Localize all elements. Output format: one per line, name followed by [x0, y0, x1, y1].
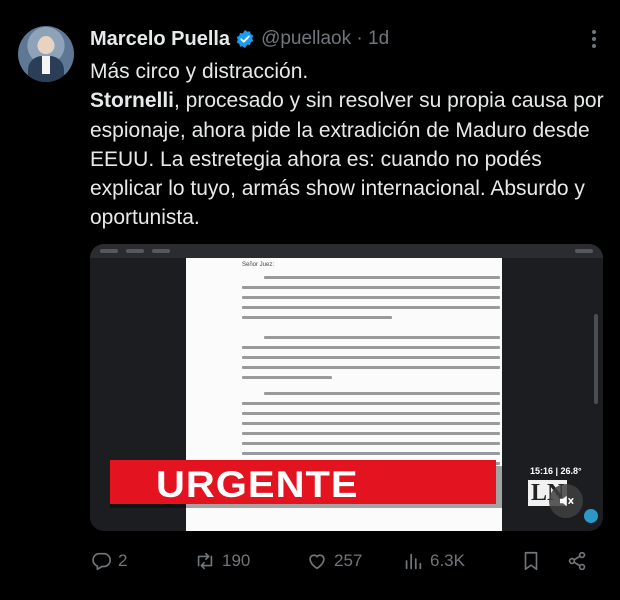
- mention-bold: Stornelli: [90, 89, 175, 113]
- action-bar: 2 190 257 6.3K: [90, 546, 605, 576]
- share-icon: [568, 551, 586, 571]
- tweet-text: Más circo y distracción. Stornelli, proc…: [90, 57, 605, 233]
- mute-button[interactable]: [549, 484, 583, 518]
- reply-count: 2: [118, 551, 128, 570]
- bookmark-icon: [524, 551, 538, 571]
- views-button[interactable]: 6.3K: [402, 546, 465, 576]
- repost-count: 190: [222, 551, 251, 570]
- like-count: 257: [334, 551, 363, 570]
- channel-badge-icon: [584, 509, 598, 523]
- more-icon[interactable]: [584, 26, 604, 52]
- views-count: 6.3K: [430, 551, 465, 570]
- doc-toolbar: [90, 244, 603, 258]
- urgent-banner-text: URGENTE: [156, 464, 359, 506]
- views-icon: [405, 553, 422, 570]
- reply-button[interactable]: 2: [90, 546, 127, 576]
- author-name[interactable]: Marcelo Puella: [90, 28, 230, 51]
- share-button[interactable]: [566, 546, 588, 576]
- reply-icon: [92, 552, 111, 571]
- avatar-shirt: [42, 56, 50, 74]
- repost-button[interactable]: 190: [194, 546, 250, 576]
- bookmark-button[interactable]: [520, 546, 542, 576]
- verified-icon: [236, 29, 254, 49]
- avatar-face: [38, 36, 54, 54]
- doc-scrollbar: [594, 314, 598, 404]
- tweet-paragraph: Stornelli, procesado y sin resolver su p…: [90, 86, 605, 232]
- video-media[interactable]: Señor Juez: URGENTE 15:16 | 26.8° LN: [90, 244, 603, 531]
- tweet-header: Marcelo Puella @puellaok · 1d: [90, 26, 389, 52]
- tweet-line-1: Más circo y distracción.: [90, 60, 309, 83]
- like-icon: [309, 554, 325, 570]
- author-handle-time[interactable]: @puellaok · 1d: [261, 28, 389, 50]
- clock-temperature: 15:16 | 26.8°: [530, 466, 582, 476]
- avatar[interactable]: [18, 26, 74, 82]
- mute-icon: [560, 495, 574, 507]
- repost-icon: [197, 552, 213, 570]
- doc-greeting: Señor Juez:: [242, 262, 275, 268]
- like-button[interactable]: 257: [306, 546, 362, 576]
